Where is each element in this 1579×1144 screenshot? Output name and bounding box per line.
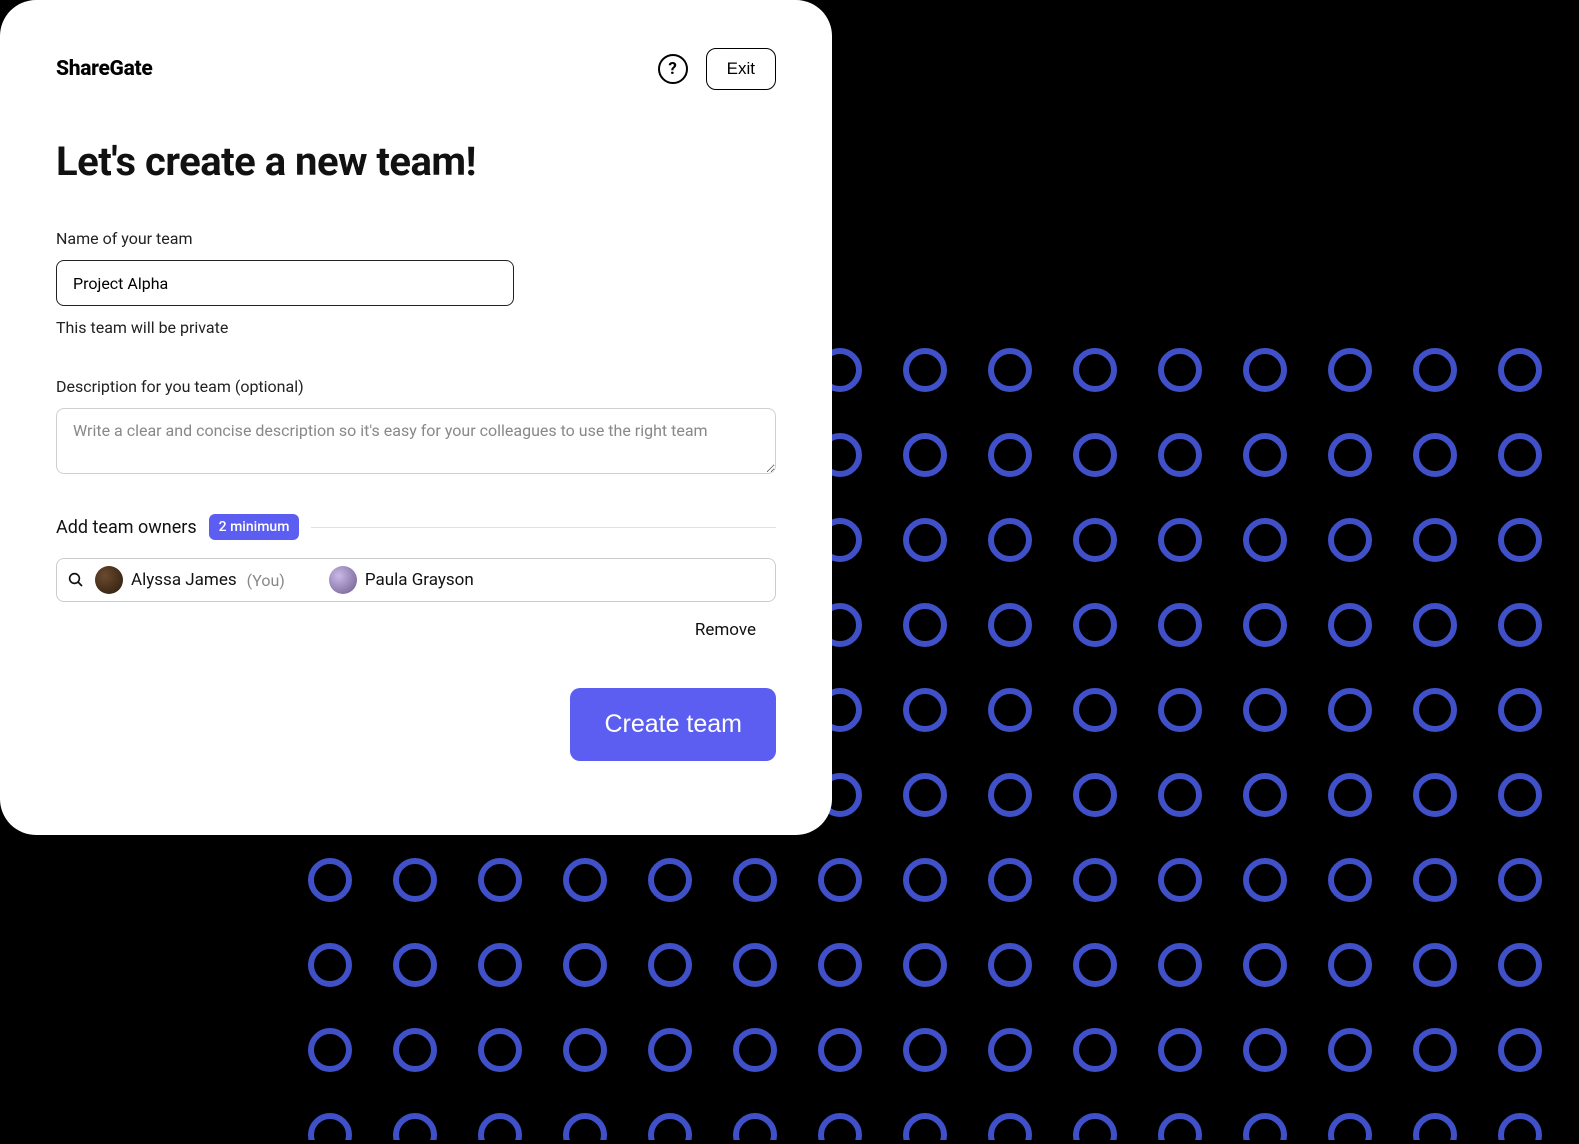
description-input[interactable] bbox=[56, 408, 776, 474]
header-actions: ? Exit bbox=[658, 48, 776, 90]
remove-owner-link[interactable]: Remove bbox=[695, 620, 756, 640]
owners-label: Add team owners bbox=[56, 517, 197, 538]
create-team-dialog: ShareGate ? Exit Let's create a new team… bbox=[0, 0, 832, 835]
owner-chip[interactable]: Alyssa James (You) bbox=[95, 566, 285, 594]
owner-chip[interactable]: Paula Grayson bbox=[329, 566, 474, 594]
team-privacy-helper: This team will be private bbox=[56, 318, 776, 337]
team-name-input[interactable] bbox=[56, 260, 514, 306]
owners-search-input[interactable]: Alyssa James (You) Paula Grayson bbox=[56, 558, 776, 602]
owners-header: Add team owners 2 minimum bbox=[56, 514, 776, 540]
dialog-header: ShareGate ? Exit bbox=[56, 48, 776, 90]
exit-button[interactable]: Exit bbox=[706, 48, 776, 90]
team-name-label: Name of your team bbox=[56, 229, 776, 248]
owner-name: Alyssa James bbox=[131, 570, 237, 590]
divider bbox=[311, 527, 776, 528]
owner-name: Paula Grayson bbox=[365, 570, 474, 590]
avatar bbox=[329, 566, 357, 594]
owner-suffix: (You) bbox=[247, 571, 285, 590]
brand-logo: ShareGate bbox=[56, 57, 152, 81]
page-title: Let's create a new team! bbox=[56, 138, 776, 185]
help-icon[interactable]: ? bbox=[658, 54, 688, 84]
search-icon bbox=[67, 571, 85, 589]
avatar bbox=[95, 566, 123, 594]
create-team-button[interactable]: Create team bbox=[570, 688, 776, 761]
owners-minimum-badge: 2 minimum bbox=[209, 514, 300, 540]
description-label: Description for you team (optional) bbox=[56, 377, 776, 396]
